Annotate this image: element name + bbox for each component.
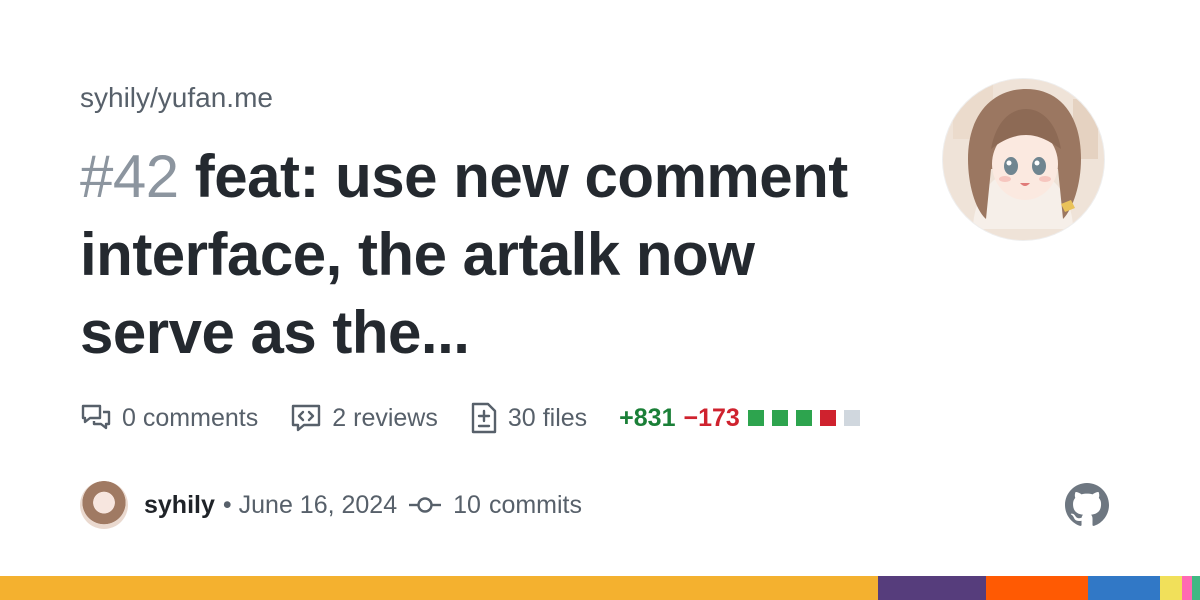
language-bar-segment [1160,576,1182,600]
language-bar-segment [1191,576,1200,600]
pull-request-number: #42 [80,143,179,210]
comments-count: 0 [122,403,136,432]
commits-count: 10 [453,490,481,519]
additions-count: +831 [619,403,676,432]
pull-request-meta: syhily • June 16, 2024 10 commits [80,480,582,530]
deletions-count: −173 [683,403,740,432]
pull-request-stats: 0 comments 2 reviews 30 files +831 −173 [80,396,900,440]
files-stat: 30 files [470,402,587,434]
diff-square [795,409,812,426]
language-bar-segment [1181,576,1192,600]
comments-icon [81,404,111,430]
avatar-illustration [943,79,1104,240]
diff-square [819,409,836,426]
author-avatar-large [943,79,1104,240]
author-name[interactable]: syhily [144,491,215,520]
comments-label: comments [142,403,259,432]
author-avatar[interactable] [80,481,128,529]
language-bar-segment [1088,576,1161,600]
reviews-label: reviews [353,403,438,432]
pull-request-date: June 16, 2024 [238,490,398,519]
file-diff-icon [471,402,497,434]
files-count: 30 [507,403,536,432]
diff-squares [747,404,868,433]
language-bar [0,576,1200,600]
pull-request-title: #42 feat: use new comment interface, the… [80,138,880,372]
comments-stat: 0 comments [80,402,258,434]
diff-square [747,409,764,426]
language-bar-segment [986,576,1089,600]
language-bar-segment [878,576,987,600]
reviews-count: 2 [332,403,347,432]
meta-separator: • [222,490,232,519]
code-review-icon [292,404,321,432]
language-bar-segment [0,576,879,600]
diff-square [843,409,860,426]
github-logo-icon[interactable] [1065,483,1109,527]
diff-square [771,409,788,426]
commit-icon [409,497,442,513]
pull-request-title-text: feat: use new comment interface, the art… [80,143,848,366]
files-label: files [542,403,588,432]
reviews-stat: 2 reviews [290,402,438,434]
repository-name[interactable]: syhily/yufan.me [80,80,273,116]
diff-stat: +831 −173 [619,404,868,433]
commits-label: commits [488,490,582,519]
